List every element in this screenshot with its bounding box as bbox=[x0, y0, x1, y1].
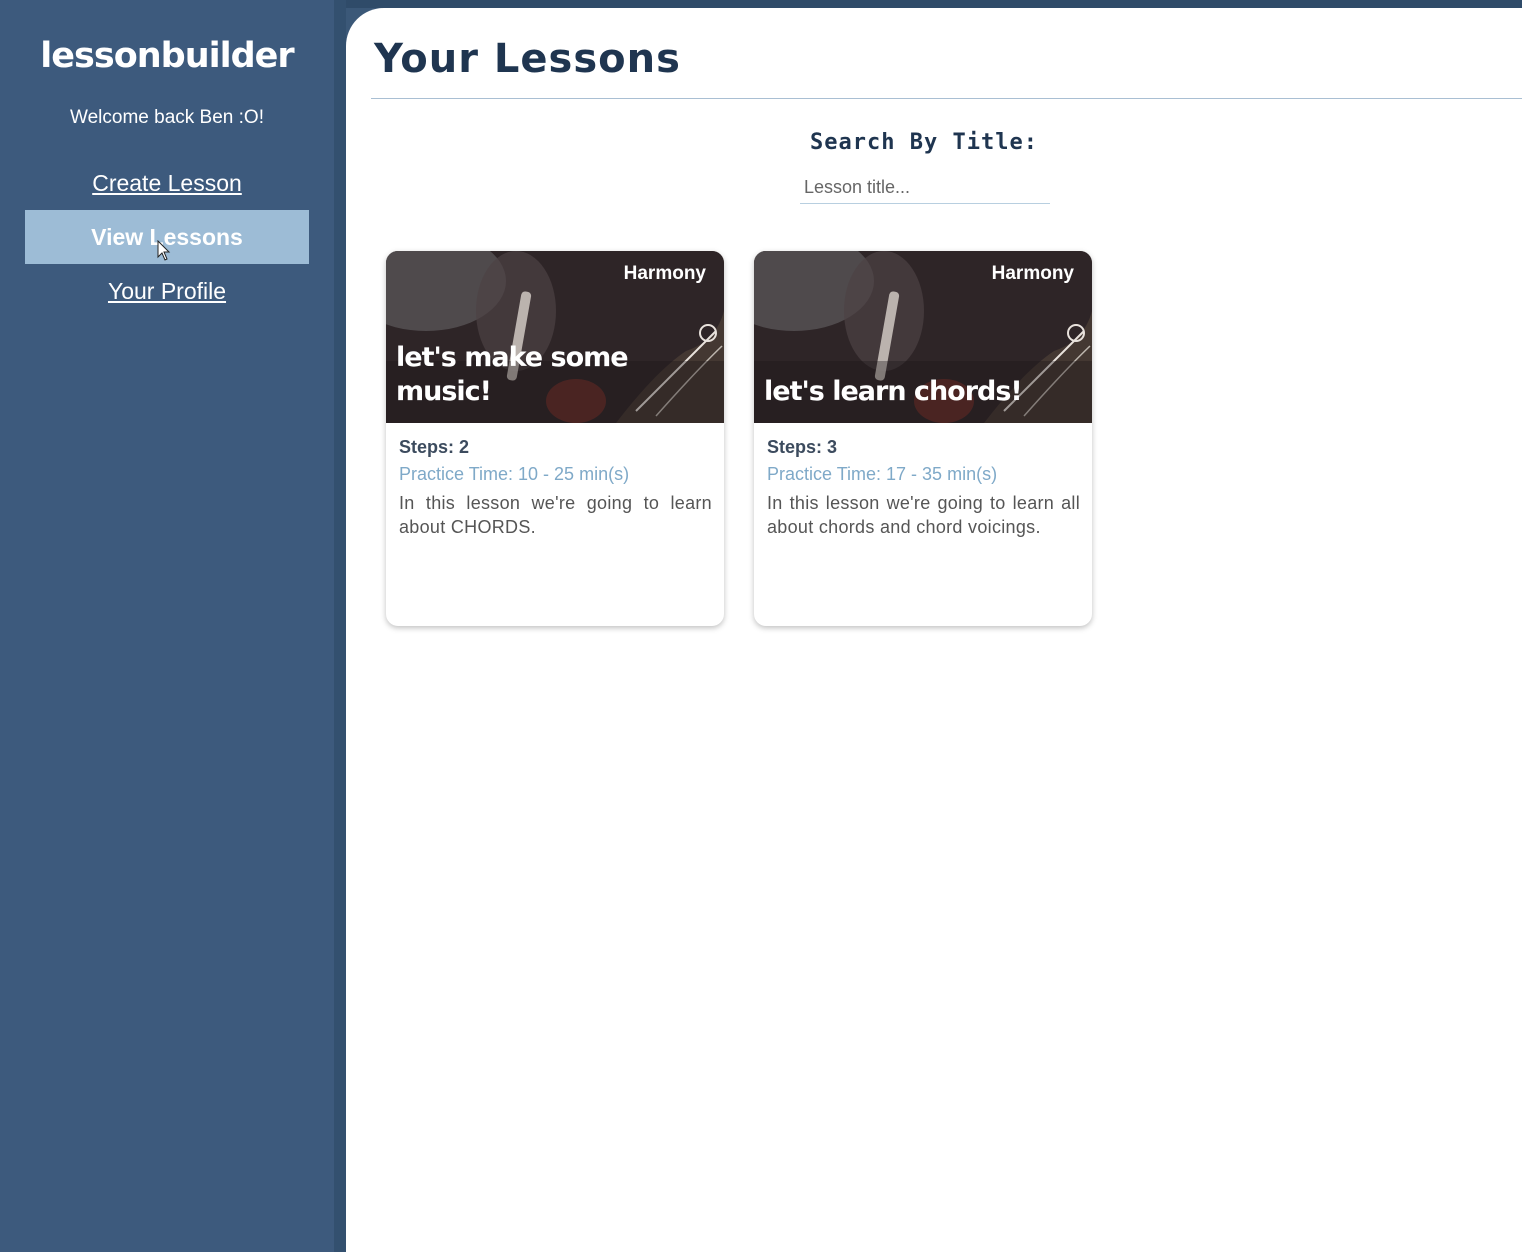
mouse-cursor-icon bbox=[157, 240, 171, 261]
sidebar: LessonBuilder Welcome back Ben :O! Creat… bbox=[0, 0, 334, 1252]
search-label: Search By Title: bbox=[810, 130, 1038, 155]
nav-create-lesson-label: Create Lesson bbox=[92, 170, 242, 196]
app-logo: LessonBuilder bbox=[40, 36, 294, 76]
lesson-card[interactable]: Harmony Let's learn chords! Steps: 3 Pra… bbox=[754, 251, 1092, 626]
lesson-card-image: Harmony Let's make some music! bbox=[386, 251, 724, 423]
main-panel: Your Lessons Search By Title: Harmony Le… bbox=[346, 8, 1522, 1252]
nav-create-lesson[interactable]: Create Lesson bbox=[25, 156, 309, 210]
nav-your-profile[interactable]: Your Profile bbox=[25, 264, 309, 318]
page-title: Your Lessons bbox=[374, 36, 681, 82]
welcome-message: Welcome back Ben :O! bbox=[70, 107, 264, 128]
lesson-practice-time: Practice Time: 10 - 25 min(s) bbox=[399, 464, 630, 484]
lesson-description: In this lesson we're going to learn all … bbox=[767, 493, 1080, 537]
lesson-description: In this lesson we're going to learn abou… bbox=[399, 493, 712, 537]
lesson-steps: Steps: 2 bbox=[399, 437, 470, 457]
search-input[interactable] bbox=[800, 172, 1050, 204]
lesson-title: Let's learn chords! bbox=[764, 376, 1023, 407]
lesson-card[interactable]: Harmony Let's make some music! Steps: 2 … bbox=[386, 251, 724, 626]
lesson-card-image: Harmony Let's learn chords! bbox=[754, 251, 1092, 423]
lesson-steps: Steps: 3 bbox=[767, 437, 838, 457]
lesson-category: Harmony bbox=[991, 263, 1074, 284]
lesson-title: Let's make some music! bbox=[396, 342, 629, 407]
top-strip bbox=[346, 0, 1522, 8]
sidebar-edge bbox=[334, 0, 346, 1252]
nav-your-profile-label: Your Profile bbox=[107, 278, 227, 304]
lesson-practice-time: Practice Time: 17 - 35 min(s) bbox=[767, 464, 998, 484]
lesson-category: Harmony bbox=[623, 263, 706, 284]
title-divider bbox=[371, 98, 1522, 99]
